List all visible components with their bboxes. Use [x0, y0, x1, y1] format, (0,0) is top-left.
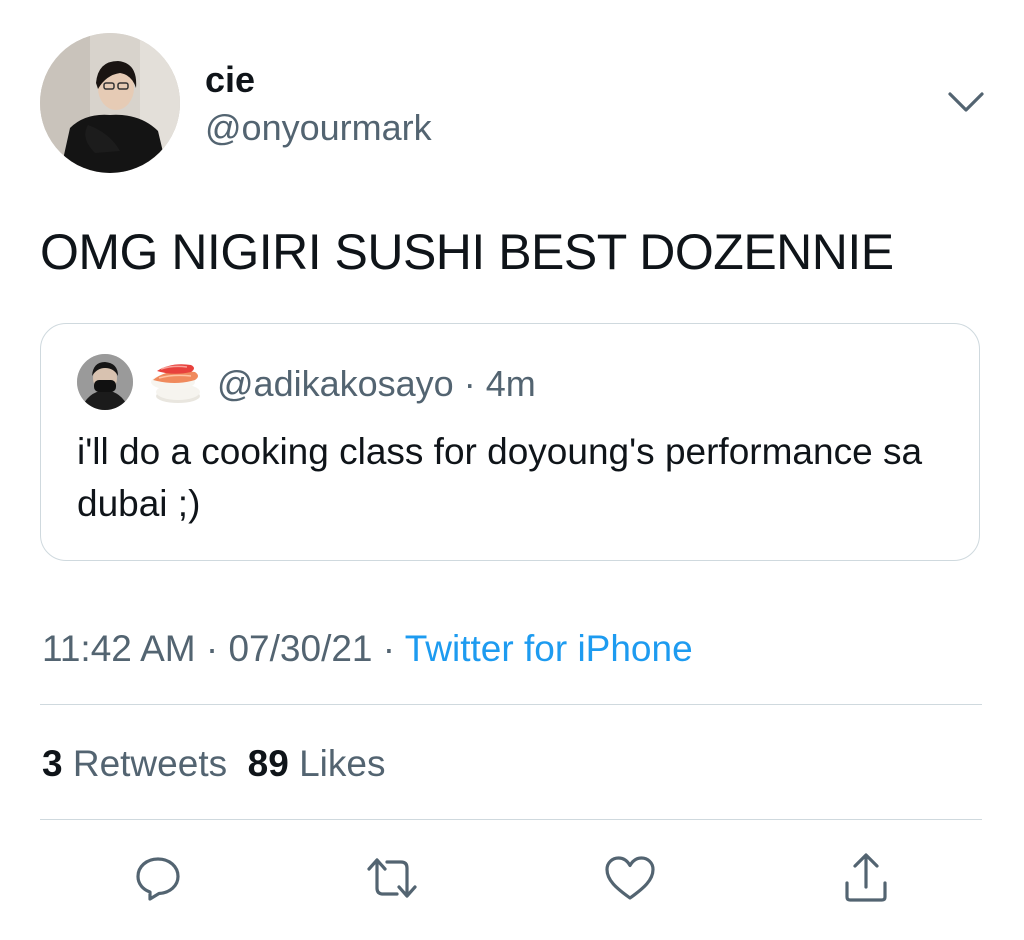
likes-count: 89 [247, 743, 289, 784]
divider [40, 704, 982, 705]
tweet-stats: 3 Retweets 89 Likes [42, 741, 385, 787]
reply-button[interactable] [130, 850, 186, 906]
retweets-label: Retweets [72, 743, 228, 784]
retweet-button[interactable] [364, 850, 420, 906]
tweet-meta-line: 11:42 AM · 07/30/21 · Twitter for iPhone [42, 626, 693, 672]
like-button[interactable] [602, 850, 658, 906]
quoted-tweet-text: i'll do a cooking class for doyoung's pe… [77, 431, 923, 524]
quoted-author-avatar [77, 354, 133, 410]
tweet-text: OMG NIGIRI SUSHI BEST DOZENNIE [40, 224, 894, 280]
chevron-down-icon[interactable] [944, 86, 988, 120]
sushi-emoji-icon [147, 358, 205, 406]
likes-label: Likes [299, 743, 386, 784]
share-button[interactable] [838, 850, 894, 906]
tweet-time: 11:42 AM [42, 628, 196, 669]
quoted-tweet-time: 4m [485, 363, 536, 404]
quoted-tweet-card[interactable]: @adikakosayo · 4m i'll do a cooking clas… [40, 323, 980, 561]
author-handle[interactable]: @onyourmark [205, 106, 432, 150]
avatar-photo [40, 33, 180, 173]
retweet-icon [367, 858, 417, 898]
likes-stat[interactable]: 89 Likes [248, 743, 386, 784]
meta-separator: · [205, 628, 219, 669]
meta-separator: · [463, 363, 476, 404]
author-avatar[interactable] [40, 33, 180, 173]
retweets-count: 3 [42, 743, 63, 784]
quoted-author-handle: @adikakosayo [217, 363, 454, 404]
tweet-source-link[interactable]: Twitter for iPhone [405, 628, 693, 669]
divider [40, 819, 982, 820]
retweets-stat[interactable]: 3 Retweets [42, 743, 227, 784]
quoted-tweet-meta: @adikakosayo · 4m [217, 362, 536, 406]
meta-separator: · [382, 628, 396, 669]
share-icon [845, 853, 887, 902]
tweet-date: 07/30/21 [228, 628, 373, 669]
reply-icon [136, 857, 180, 901]
author-display-name[interactable]: cie [205, 58, 255, 102]
heart-icon [605, 856, 655, 900]
